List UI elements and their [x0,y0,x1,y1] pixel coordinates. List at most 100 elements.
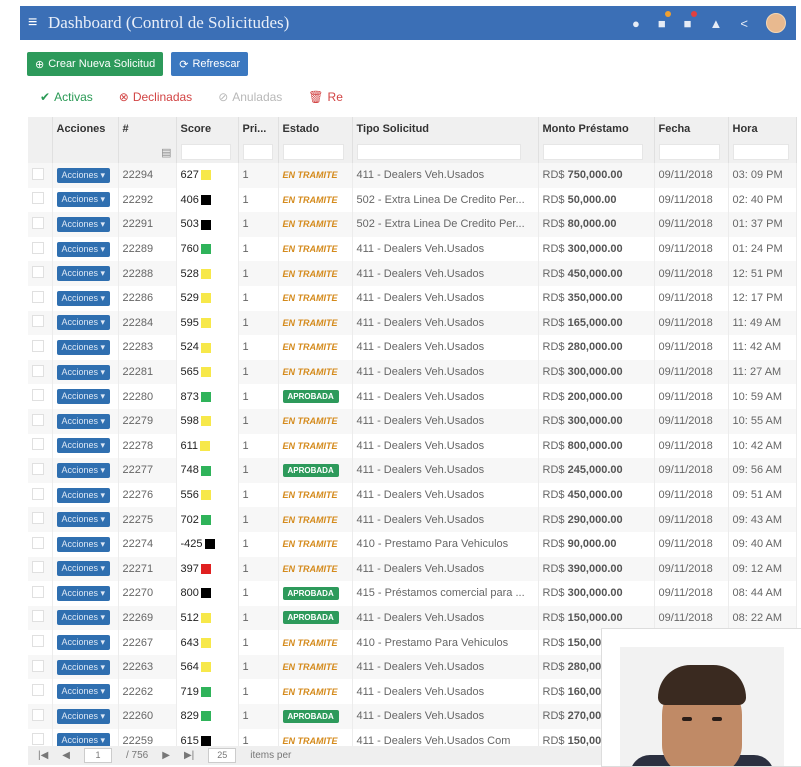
acciones-dropdown[interactable]: Acciones ▾ [56,266,111,282]
acciones-dropdown[interactable]: Acciones ▾ [56,561,111,577]
page-size-select[interactable]: 25 [208,748,237,763]
acciones-dropdown[interactable]: Acciones ▾ [56,167,111,183]
filter-re[interactable]: 🗑 Re [308,90,343,104]
refresh-button[interactable]: ⟳ Refrescar [171,52,249,76]
row-checkbox[interactable] [28,679,53,705]
row-checkbox[interactable] [28,310,53,336]
table-row[interactable]: Acciones ▾ 22284 595 1 EN TRAMITE 411 - Deale… [28,310,797,336]
inbox-icon[interactable]: ■ [684,10,697,31]
row-checkbox[interactable] [28,187,53,213]
acciones-dropdown[interactable]: Acciones ▾ [56,438,111,454]
prev-page-icon[interactable]: ◀ [62,750,70,761]
row-checkbox[interactable] [28,384,53,409]
filter-activas[interactable]: ✔ Activas [40,90,93,104]
row-checkbox[interactable] [28,212,53,237]
acciones-dropdown[interactable]: Acciones ▾ [56,512,111,528]
next-page-icon[interactable]: ▶ [162,750,170,761]
filter-icon[interactable]: ▤ [161,146,171,159]
row-checkbox[interactable] [28,335,53,360]
acciones-dropdown[interactable]: Acciones ▾ [56,389,111,405]
row-checkbox[interactable] [28,630,53,655]
header-tipo-solicitud[interactable]: Tipo Solicitud [352,117,539,141]
filter-declinadas[interactable]: ⊗ Declinadas [119,90,192,104]
table-row[interactable]: Acciones ▾ 22286 529 1 EN TRAMITE 411 - Deale… [28,285,797,311]
row-checkbox[interactable] [28,482,53,508]
share-icon[interactable]: < [740,16,748,31]
hora-filter-input[interactable] [732,144,789,160]
row-checkbox[interactable] [28,704,53,729]
table-row[interactable]: Acciones ▾ 22269 512 1 APROBADA 411 - Dealers… [28,605,797,631]
table-row[interactable]: Acciones ▾ 22289 760 1 EN TRAMITE 411 - Deale… [28,236,797,262]
table-row[interactable]: Acciones ▾ 22277 748 1 APROBADA 411 - Dealers… [28,458,797,483]
row-checkbox[interactable] [28,654,53,680]
table-row[interactable]: Acciones ▾ 22274 -425 1 EN TRAMITE 410 - Pres… [28,531,797,557]
header-acciones[interactable]: Acciones [52,117,119,141]
create-request-button[interactable]: ⊕ Crear Nueva Solicitud [27,52,164,76]
acciones-dropdown[interactable]: Acciones ▾ [56,339,111,355]
estado-filter-input[interactable] [282,144,345,160]
acciones-dropdown[interactable]: Acciones ▾ [56,610,111,626]
acciones-dropdown[interactable]: Acciones ▾ [56,192,111,208]
row-checkbox[interactable] [28,507,53,532]
row-checkbox[interactable] [28,433,53,459]
table-row[interactable]: Acciones ▾ 22271 397 1 EN TRAMITE 411 - Deale… [28,556,797,582]
page-input[interactable]: 1 [84,748,112,763]
prioridad-filter-input[interactable] [242,144,274,160]
table-row[interactable]: Acciones ▾ 22288 528 1 EN TRAMITE 411 - Deale… [28,261,797,286]
table-row[interactable]: Acciones ▾ 22270 800 1 APROBADA 415 - Préstam… [28,581,797,606]
table-row[interactable]: Acciones ▾ 22292 406 1 EN TRAMITE 502 - Extra… [28,187,797,213]
acciones-dropdown[interactable]: Acciones ▾ [56,585,111,601]
row-checkbox[interactable] [28,458,53,483]
row-checkbox[interactable] [28,531,53,557]
acciones-dropdown[interactable]: Acciones ▾ [56,364,111,380]
acciones-dropdown[interactable]: Acciones ▾ [56,708,111,724]
header-fecha[interactable]: Fecha [654,117,729,141]
table-row[interactable]: Acciones ▾ 22276 556 1 EN TRAMITE 411 - Deale… [28,482,797,508]
row-checkbox[interactable] [28,236,53,262]
acciones-dropdown[interactable]: Acciones ▾ [56,487,111,503]
acciones-dropdown[interactable]: Acciones ▾ [56,462,111,478]
acciones-dropdown[interactable]: Acciones ▾ [56,659,111,675]
acciones-dropdown[interactable]: Acciones ▾ [56,413,111,429]
tipo-filter-input[interactable] [356,144,522,160]
acciones-dropdown[interactable]: Acciones ▾ [56,241,111,257]
table-row[interactable]: Acciones ▾ 22291 503 1 EN TRAMITE 502 - Extra… [28,212,797,237]
header-score[interactable]: Score [176,117,239,141]
table-row[interactable]: Acciones ▾ 22283 524 1 EN TRAMITE 411 - Deale… [28,335,797,360]
bell-icon[interactable]: ▲ [710,16,723,31]
acciones-dropdown[interactable]: Acciones ▾ [56,315,111,331]
row-checkbox[interactable] [28,163,53,188]
table-row[interactable]: Acciones ▾ 22294 627 1 EN TRAMITE 411 - Deale… [28,163,797,188]
monto-filter-input[interactable] [542,144,643,160]
header-prioridad[interactable]: Pri... [238,117,279,141]
score-filter-input[interactable] [180,144,232,160]
acciones-dropdown[interactable]: Acciones ▾ [56,290,111,306]
last-page-icon[interactable]: ▶| [184,750,194,761]
user-avatar[interactable] [766,13,786,33]
acciones-dropdown[interactable]: Acciones ▾ [56,216,111,232]
first-page-icon[interactable]: |◀ [38,750,48,761]
row-checkbox[interactable] [28,359,53,385]
chat-icon[interactable]: ● [632,16,640,31]
row-checkbox[interactable] [28,261,53,286]
header-monto-prestamo[interactable]: Monto Préstamo [538,117,655,141]
acciones-dropdown[interactable]: Acciones ▾ [56,536,111,552]
table-row[interactable]: Acciones ▾ 22281 565 1 EN TRAMITE 411 - Deale… [28,359,797,385]
header-id[interactable]: # [118,117,177,141]
row-checkbox[interactable] [28,605,53,631]
header-estado[interactable]: Estado [278,117,353,141]
header-hora[interactable]: Hora [728,117,797,141]
acciones-dropdown[interactable]: Acciones ▾ [56,635,111,651]
row-checkbox[interactable] [28,556,53,582]
acciones-dropdown[interactable]: Acciones ▾ [56,684,111,700]
row-checkbox[interactable] [28,285,53,311]
row-checkbox[interactable] [28,408,53,434]
table-row[interactable]: Acciones ▾ 22279 598 1 EN TRAMITE 411 - Deale… [28,408,797,434]
table-row[interactable]: Acciones ▾ 22275 702 1 EN TRAMITE 411 - Deale… [28,507,797,532]
fecha-filter-input[interactable] [658,144,721,160]
row-checkbox[interactable] [28,581,53,606]
hamburger-menu-icon[interactable]: ≡ [28,15,44,31]
table-row[interactable]: Acciones ▾ 22278 611 1 EN TRAMITE 411 - Deale… [28,433,797,459]
table-row[interactable]: Acciones ▾ 22280 873 1 APROBADA 411 - Dealers… [28,384,797,409]
messages-icon[interactable]: ■ [658,10,671,31]
